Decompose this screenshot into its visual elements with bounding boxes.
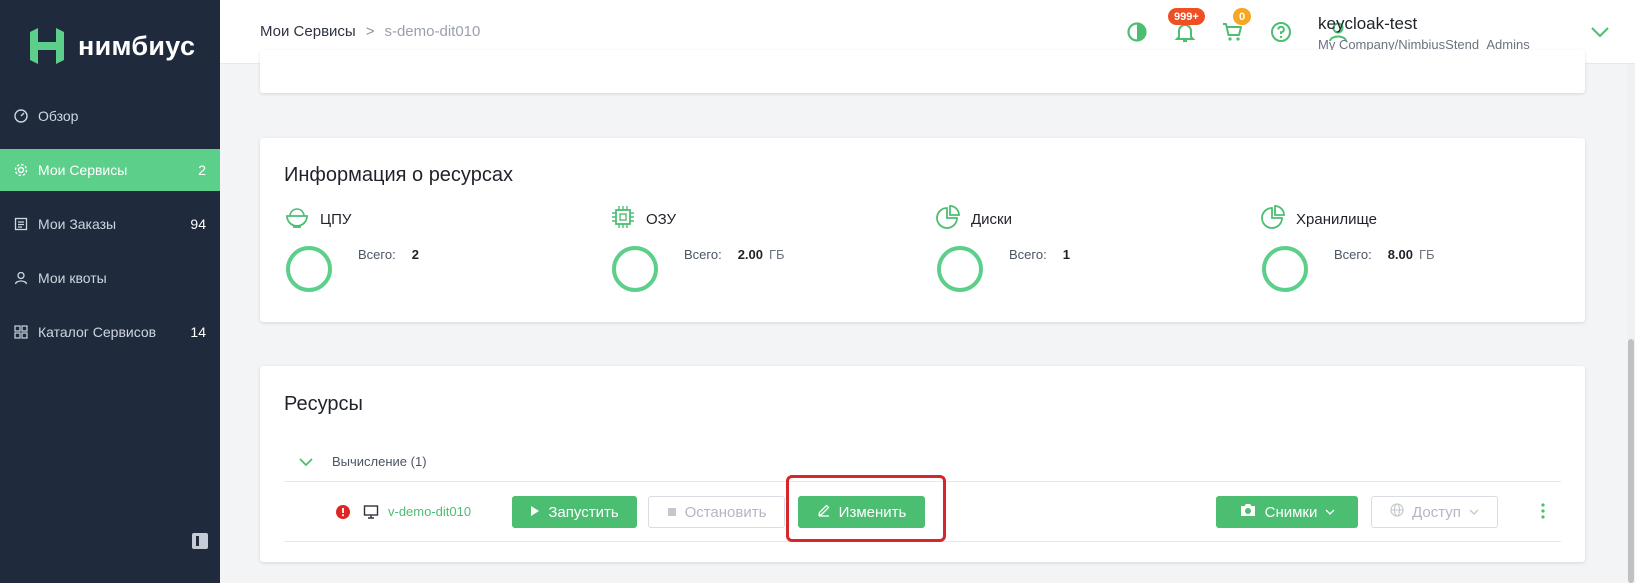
sidebar-item-my-quotas[interactable]: Мои квоты	[0, 257, 220, 299]
help-icon[interactable]	[1269, 20, 1293, 44]
total-label: Всего:	[1334, 247, 1372, 262]
user-icon	[14, 271, 28, 285]
snapshots-button-label: Снимки	[1264, 503, 1318, 521]
sidebar: нимбиус Обзор Мои Сервисы 2 Мои Заказы 9…	[0, 0, 220, 583]
service-details-card	[260, 50, 1585, 93]
sidebar-item-my-services[interactable]: Мои Сервисы 2	[0, 149, 220, 191]
breadcrumb-separator: >	[365, 23, 375, 40]
usage-ring	[1262, 246, 1308, 292]
gear-icon	[14, 163, 28, 177]
resource-storage: Хранилище Всего: 8.00 ГБ	[1260, 204, 1560, 304]
resource-name: Диски	[971, 210, 1012, 228]
sidebar-item-label: Обзор	[38, 108, 79, 124]
sidebar-item-count: 2	[198, 162, 206, 178]
page-scrollbar[interactable]	[1627, 64, 1635, 583]
breadcrumb-current: s-demo-dit010	[384, 23, 481, 40]
logo[interactable]: нимбиус	[26, 26, 195, 66]
start-button[interactable]: Запустить	[512, 496, 637, 528]
highlight-frame	[786, 475, 946, 542]
user-name: keycloak-test	[1318, 14, 1418, 33]
total-label: Всего:	[358, 247, 396, 262]
error-status-icon	[336, 505, 350, 524]
resource-total: Всего: 2	[358, 247, 419, 262]
list-icon	[14, 217, 28, 231]
sidebar-item-count: 14	[190, 324, 206, 340]
logo-icon	[30, 28, 64, 64]
resource-total: Всего: 8.00 ГБ	[1334, 247, 1435, 262]
stop-button-label: Остановить	[684, 503, 767, 521]
vm-name-link[interactable]: v-demo-dit010	[388, 504, 471, 519]
start-button-label: Запустить	[548, 503, 619, 521]
scrollbar-thumb[interactable]	[1628, 339, 1634, 583]
sidebar-item-catalog[interactable]: Каталог Сервисов 14	[0, 311, 220, 353]
pie-chart-icon	[1260, 204, 1286, 234]
usage-ring	[937, 246, 983, 292]
more-vertical-icon[interactable]	[1540, 502, 1546, 525]
sidebar-item-label: Мои Сервисы	[38, 162, 128, 178]
monitor-icon	[363, 504, 379, 525]
grid-icon	[14, 325, 28, 339]
resource-name: ОЗУ	[646, 210, 677, 228]
sidebar-item-label: Мои Заказы	[38, 216, 117, 232]
resources-title: Ресурсы	[284, 393, 363, 415]
total-value: 2	[411, 247, 419, 262]
total-value: 2.00	[737, 247, 764, 262]
camera-icon	[1239, 502, 1257, 522]
sidebar-item-label: Каталог Сервисов	[38, 324, 157, 340]
resource-ram: ОЗУ Всего: 2.00 ГБ	[610, 204, 910, 304]
globe-icon	[1390, 503, 1404, 521]
logo-text: нимбиус	[78, 30, 196, 61]
notifications-badge: 999+	[1168, 8, 1205, 25]
cart-badge: 0	[1233, 8, 1252, 25]
snapshots-button[interactable]: Снимки	[1216, 496, 1358, 528]
usage-ring	[286, 246, 332, 292]
sidebar-item-overview[interactable]: Обзор	[0, 95, 220, 137]
resource-cpu: ЦПУ Всего: 2	[284, 204, 584, 304]
pie-chart-icon	[935, 204, 961, 234]
access-button[interactable]: Доступ	[1371, 496, 1498, 528]
total-unit: ГБ	[1419, 247, 1435, 262]
resource-disks: Диски Всего: 1	[935, 204, 1235, 304]
total-unit: ГБ	[769, 247, 785, 262]
chevron-down-icon	[1325, 504, 1335, 521]
total-value: 1	[1062, 247, 1070, 262]
sidebar-collapse-button[interactable]	[192, 533, 208, 549]
cpu-bowl-icon	[284, 204, 310, 234]
resource-info-title: Информация о ресурсах	[284, 164, 513, 186]
resource-name: ЦПУ	[320, 210, 352, 228]
group-label: Вычисление (1)	[332, 454, 427, 469]
total-value: 8.00	[1387, 247, 1414, 262]
breadcrumb-link[interactable]: Мои Сервисы	[260, 23, 356, 40]
breadcrumb: Мои Сервисы > s-demo-dit010	[260, 23, 480, 40]
chip-icon	[610, 204, 636, 234]
chevron-down-icon	[1469, 504, 1479, 521]
resource-total: Всего: 2.00 ГБ	[684, 247, 785, 262]
access-button-label: Доступ	[1412, 503, 1461, 521]
chevron-down-icon[interactable]	[298, 454, 314, 470]
user-menu[interactable]: keycloak-test My Company/NimbiusStend_Ad…	[1318, 14, 1530, 52]
total-label: Всего:	[1009, 247, 1047, 262]
stop-button[interactable]: Остановить	[648, 496, 785, 528]
sidebar-item-my-orders[interactable]: Мои Заказы 94	[0, 203, 220, 245]
resource-name: Хранилище	[1296, 210, 1377, 228]
stop-icon	[667, 504, 677, 521]
usage-ring	[612, 246, 658, 292]
resource-info-card: Информация о ресурсах ЦПУ Всего: 2 ОЗУ В…	[260, 138, 1585, 322]
total-label: Всего:	[684, 247, 722, 262]
resource-total: Всего: 1	[1009, 247, 1070, 262]
theme-toggle-icon[interactable]	[1125, 20, 1149, 44]
dashboard-icon	[14, 109, 28, 123]
sidebar-item-count: 94	[190, 216, 206, 232]
sidebar-item-label: Мои квоты	[38, 270, 107, 286]
chevron-down-icon[interactable]	[1588, 20, 1612, 44]
play-icon	[530, 504, 540, 521]
